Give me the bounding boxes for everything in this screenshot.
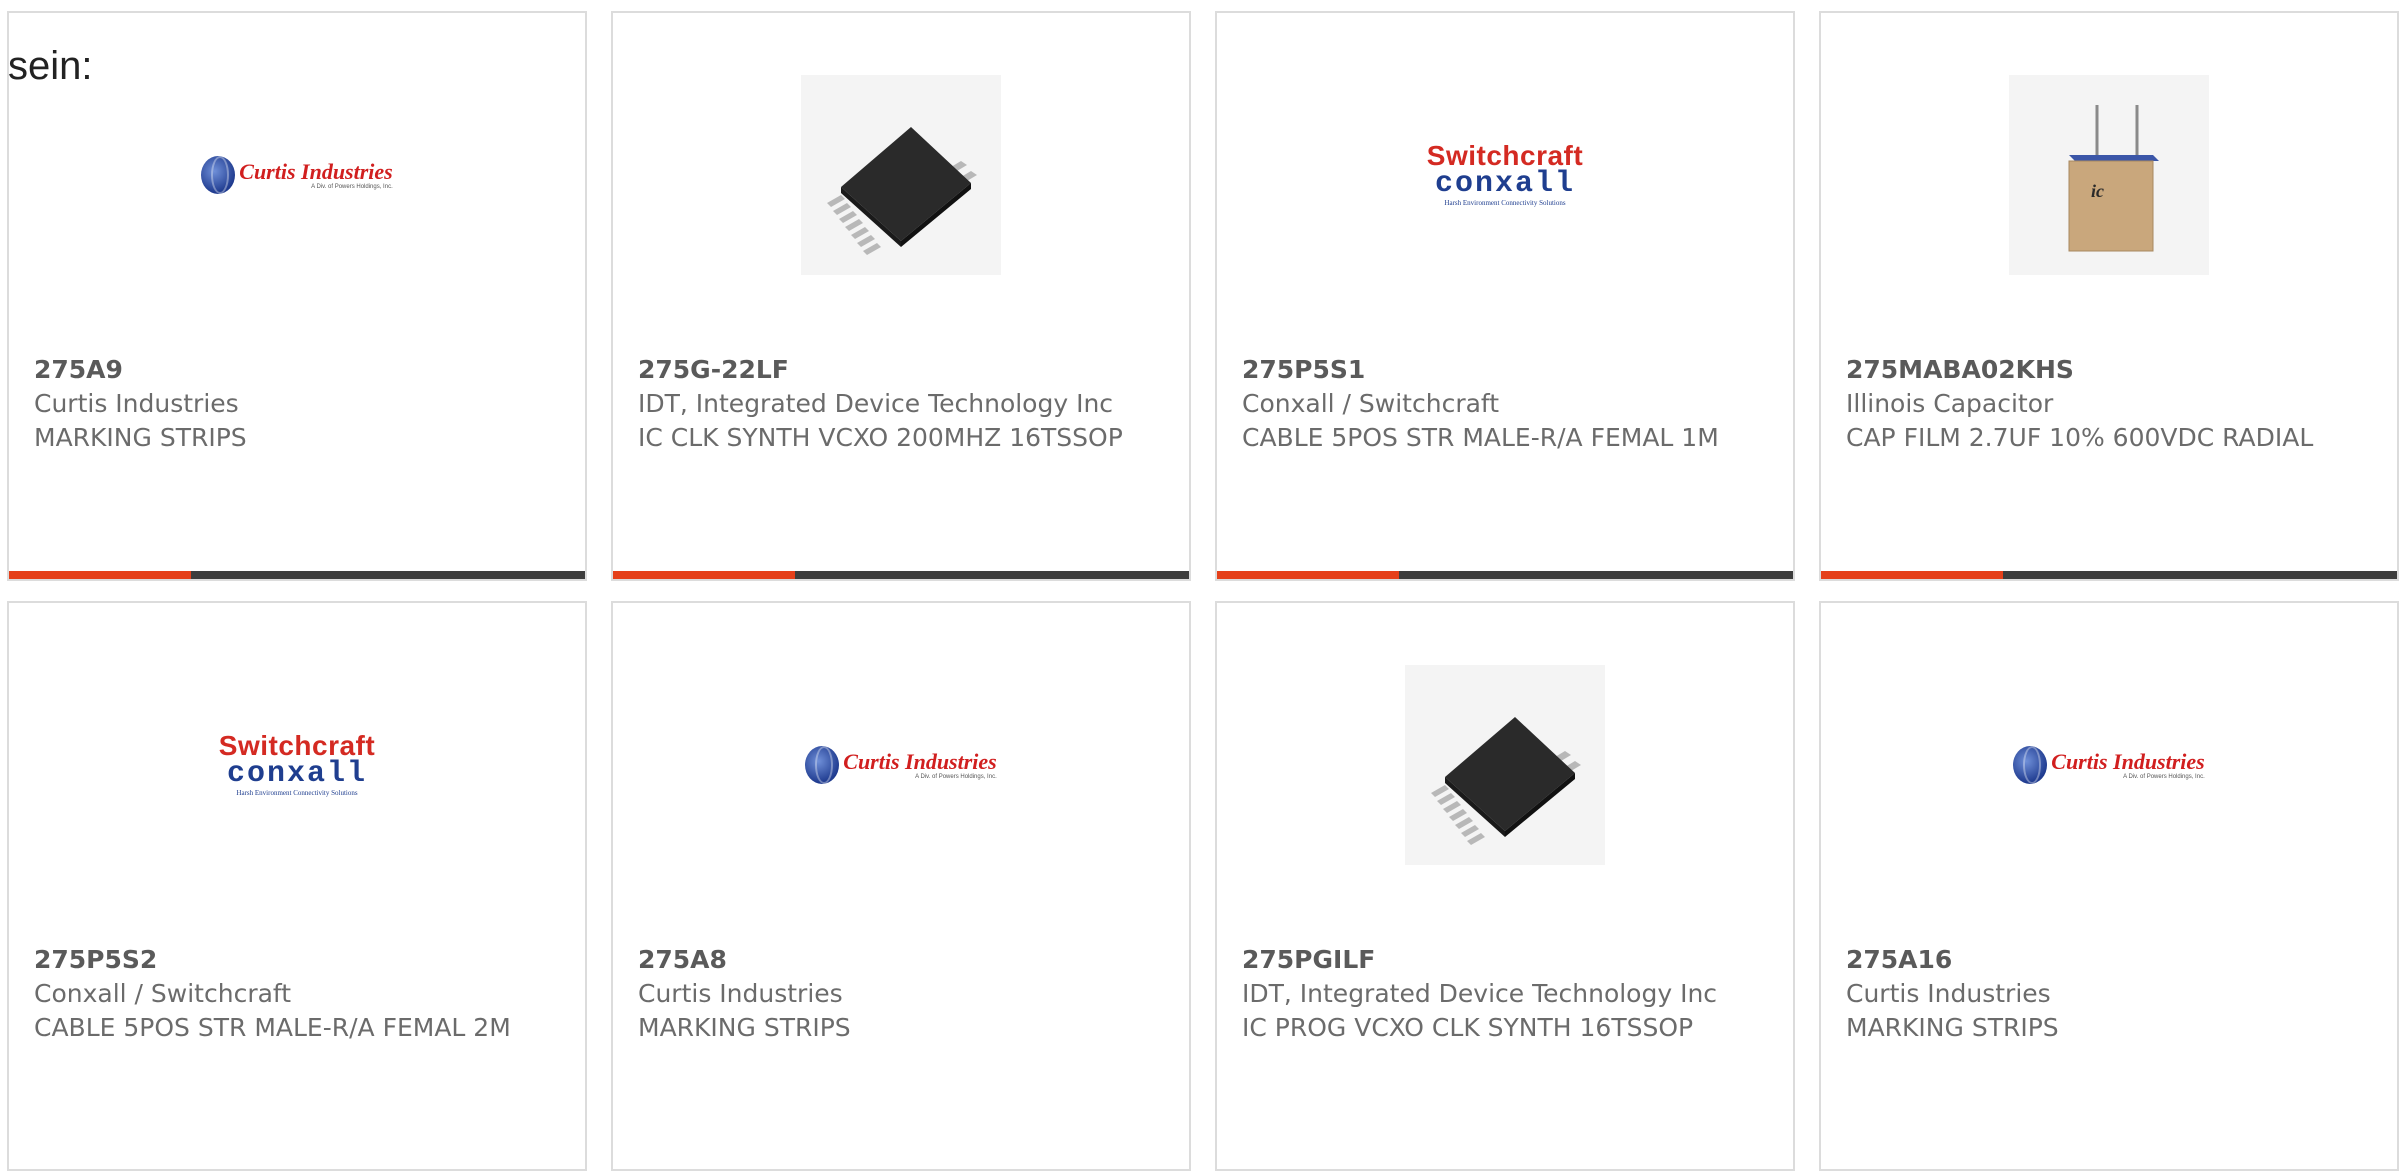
manufacturer: Curtis Industries — [638, 979, 843, 1008]
product-card[interactable]: Switchcraft conxall Harsh Environment Co… — [1215, 11, 1795, 581]
part-number[interactable]: 275MABA02KHS — [1846, 353, 2377, 387]
product-card[interactable]: Curtis Industries A Div. of Powers Holdi… — [611, 601, 1191, 1171]
logo-sub: A Div. of Powers Holdings, Inc. — [311, 183, 393, 190]
description: CABLE 5POS STR MALE-R/A FEMAL 2M — [34, 1013, 511, 1042]
part-number[interactable]: 275G-22LF — [638, 353, 1169, 387]
card-bar-accent — [1821, 571, 2003, 579]
description: MARKING STRIPS — [638, 1013, 851, 1042]
description: CABLE 5POS STR MALE-R/A FEMAL 1M — [1242, 423, 1719, 452]
product-image[interactable] — [613, 75, 1189, 275]
description: MARKING STRIPS — [1846, 1013, 2059, 1042]
logo-name: Curtis Industries — [843, 748, 997, 774]
product-grid: Curtis Industries A Div. of Powers Holdi… — [7, 11, 2399, 1171]
card-bar-accent — [9, 571, 191, 579]
product-card[interactable]: Switchcraft conxall Harsh Environment Co… — [7, 601, 587, 1171]
switchcraft-logo: Switchcraft conxall Harsh Environment Co… — [219, 732, 375, 798]
card-bar — [9, 571, 585, 579]
logo-sub: A Div. of Powers Holdings, Inc. — [2123, 773, 2205, 780]
tssop-chip-image — [801, 75, 1001, 275]
manufacturer: Illinois Capacitor — [1846, 389, 2054, 418]
capacitor-mark: ic — [2091, 181, 2104, 201]
globe-icon — [2013, 746, 2048, 784]
product-image[interactable]: Switchcraft conxall Harsh Environment Co… — [1217, 75, 1793, 275]
product-card[interactable]: ic 275MABA02KHS Illinois Capacitor CAP F… — [1819, 11, 2399, 581]
curtis-logo: Curtis Industries A Div. of Powers Holdi… — [2013, 746, 2205, 784]
manufacturer: Conxall / Switchcraft — [34, 979, 292, 1008]
logo-name: Curtis Industries — [239, 158, 393, 184]
logo-top: Switchcraft — [1426, 140, 1584, 171]
part-number[interactable]: 275P5S1 — [1242, 353, 1773, 387]
logo-tagline: Harsh Environment Connectivity Solutions — [1444, 199, 1566, 207]
description: IC PROG VCXO CLK SYNTH 16TSSOP — [1242, 1013, 1694, 1042]
logo-tagline: Harsh Environment Connectivity Solutions — [236, 789, 358, 797]
logo-bottom: conxall — [1434, 167, 1576, 201]
card-bar — [1217, 571, 1793, 579]
product-image[interactable]: Switchcraft conxall Harsh Environment Co… — [9, 665, 585, 865]
part-number[interactable]: 275A8 — [638, 943, 1169, 977]
part-number[interactable]: 275PGILF — [1242, 943, 1773, 977]
logo-sub: A Div. of Powers Holdings, Inc. — [915, 773, 997, 780]
product-card[interactable]: 275G-22LF IDT, Integrated Device Technol… — [611, 11, 1191, 581]
film-capacitor-image: ic — [2009, 75, 2209, 275]
card-bar — [1821, 571, 2397, 579]
curtis-logo: Curtis Industries A Div. of Powers Holdi… — [805, 746, 997, 784]
description: IC CLK SYNTH VCXO 200MHZ 16TSSOP — [638, 423, 1123, 452]
logo-name: Curtis Industries — [2051, 748, 2205, 774]
product-card[interactable]: Curtis Industries A Div. of Powers Holdi… — [1819, 601, 2399, 1171]
manufacturer: Conxall / Switchcraft — [1242, 389, 1500, 418]
description: CAP FILM 2.7UF 10% 600VDC RADIAL — [1846, 423, 2314, 452]
product-image[interactable]: Curtis Industries A Div. of Powers Holdi… — [613, 665, 1189, 865]
description: MARKING STRIPS — [34, 423, 247, 452]
globe-icon — [805, 746, 840, 784]
logo-bottom: conxall — [226, 757, 368, 791]
tssop-chip-image — [1405, 665, 1605, 865]
page-label: sein: — [8, 44, 93, 88]
manufacturer: IDT, Integrated Device Technology Inc — [1242, 979, 1718, 1008]
product-image[interactable]: Curtis Industries A Div. of Powers Holdi… — [1821, 665, 2397, 865]
part-number[interactable]: 275A9 — [34, 353, 565, 387]
switchcraft-logo: Switchcraft conxall Harsh Environment Co… — [1427, 142, 1583, 208]
manufacturer: Curtis Industries — [1846, 979, 2051, 1008]
product-card[interactable]: 275PGILF IDT, Integrated Device Technolo… — [1215, 601, 1795, 1171]
card-bar-accent — [613, 571, 795, 579]
card-bar — [613, 571, 1189, 579]
part-number[interactable]: 275A16 — [1846, 943, 2377, 977]
logo-top: Switchcraft — [218, 730, 376, 761]
manufacturer: Curtis Industries — [34, 389, 239, 418]
part-number[interactable]: 275P5S2 — [34, 943, 565, 977]
card-bar-accent — [1217, 571, 1399, 579]
product-image[interactable]: ic — [1821, 75, 2397, 275]
globe-icon — [201, 156, 236, 194]
curtis-logo: Curtis Industries A Div. of Powers Holdi… — [201, 156, 393, 194]
product-image[interactable] — [1217, 665, 1793, 865]
product-image[interactable]: Curtis Industries A Div. of Powers Holdi… — [9, 75, 585, 275]
manufacturer: IDT, Integrated Device Technology Inc — [638, 389, 1114, 418]
product-card[interactable]: Curtis Industries A Div. of Powers Holdi… — [7, 11, 587, 581]
